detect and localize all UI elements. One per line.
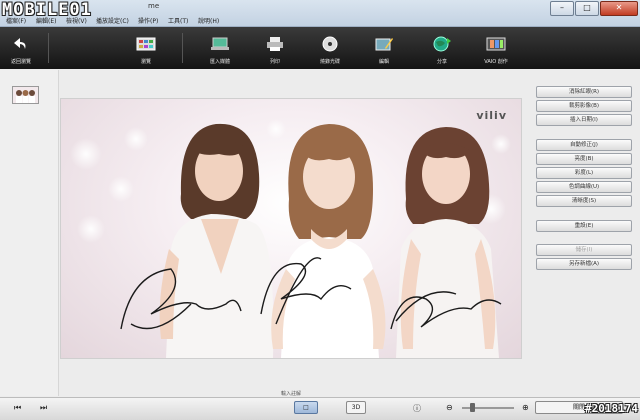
menu-operate[interactable]: 操作(P) [138,16,158,25]
saturation-button[interactable]: 彩度(L) [536,167,632,179]
toolbar-separator [48,33,49,63]
edit-button[interactable]: 編輯 [364,27,404,69]
reset-button[interactable]: 重設(E) [536,220,632,232]
caption-input[interactable]: 輸入註解 [281,390,301,397]
close-icon[interactable]: ✕ [600,1,638,16]
menu-file[interactable]: 檔案(F) [6,16,26,25]
globe-share-icon [433,36,451,52]
next-photo-icon[interactable]: ⏭ [40,403,47,413]
info-icon[interactable]: ⓘ [413,403,421,414]
menu-view[interactable]: 檢視(V) [66,16,87,25]
tone-curve-button[interactable]: 色調曲線(U) [536,181,632,193]
menu-edit[interactable]: 編輯(E) [36,16,56,25]
toolbar-separator [182,33,183,63]
grid-view-icon [136,37,156,51]
save-as-button[interactable]: 另存新檔(A) [536,258,632,270]
window-title: me [148,2,160,10]
menu-tools[interactable]: 工具(T) [168,16,188,25]
sharpness-button[interactable]: 清晰度(S) [536,195,632,207]
vaio-create-button[interactable]: VAIO 創作 [476,27,516,69]
thumbnail-panel [0,70,59,396]
crop-button[interactable]: 裁剪影像(B) [536,100,632,112]
import-media-button[interactable]: 匯入媒體 [200,27,240,69]
photo-image [70,119,511,358]
menu-help[interactable]: 說明(H) [198,16,219,25]
disc-icon [322,36,338,52]
minimize-icon[interactable]: – [550,1,574,16]
photo-thumbnail[interactable] [12,86,39,104]
first-photo-icon[interactable]: ⏮ [14,403,21,413]
film-strip-icon [486,37,506,51]
brightness-button[interactable]: 亮度(B) [536,153,632,165]
zoom-slider-thumb[interactable] [470,403,475,412]
photo-viewer[interactable]: viliv [60,98,522,359]
thumbnail-image [13,87,38,103]
printer-icon [267,37,283,51]
print-button[interactable]: 列印 [255,27,295,69]
forum-watermark: #2018174 [585,402,638,415]
save-button[interactable]: 儲存(I) [536,244,632,256]
brand-watermark: viliv [476,109,507,122]
import-media-icon [211,37,229,50]
browse-button[interactable]: 瀏覽 [126,27,166,69]
zoom-in-icon[interactable]: ⊕ [522,403,529,412]
zoom-out-icon[interactable]: ⊖ [446,403,453,412]
share-button[interactable]: 分享 [422,27,462,69]
menu-playback[interactable]: 播放設定(C) [96,16,129,25]
edit-picture-icon [375,38,393,51]
red-eye-button[interactable]: 消除紅眼(R) [536,86,632,98]
auto-fix-button[interactable]: 自動修正(J) [536,139,632,151]
burn-disc-button[interactable]: 燒錄光碟 [310,27,350,69]
back-to-browse-button[interactable]: 返回瀏覽 [2,27,40,69]
maximize-icon[interactable]: □ [575,1,599,16]
main-toolbar: 返回瀏覽 瀏覽 匯入媒體 列印 燒錄光碟 編輯 分享 VAIO 創作 [0,27,640,69]
window-controls: – □ ✕ [550,1,638,16]
3d-view-mode-button[interactable]: 3D [346,401,366,414]
single-view-mode-button[interactable]: □ [294,401,318,414]
back-arrow-icon [14,38,26,49]
insert-date-button[interactable]: 插入日期(I) [536,114,632,126]
